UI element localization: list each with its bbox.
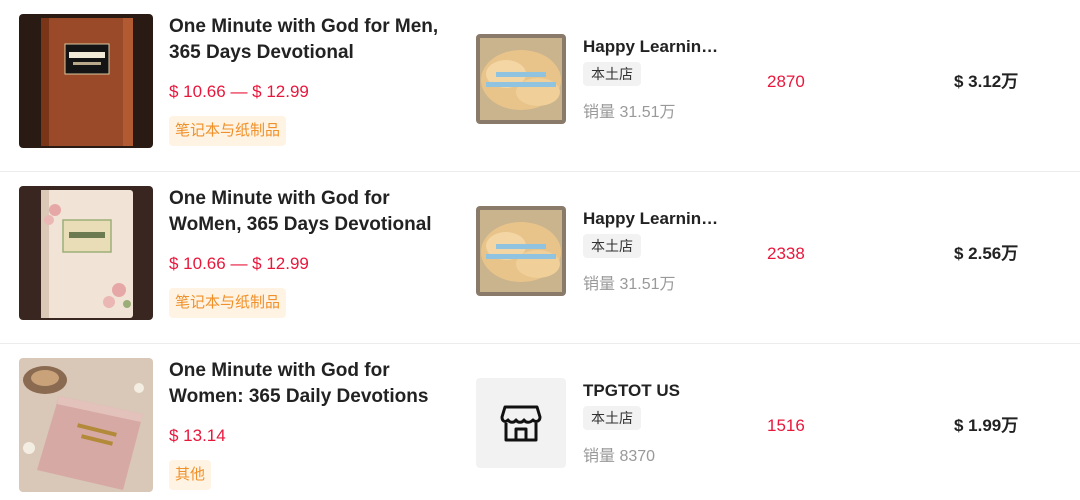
revenue: $ 3.12万 bbox=[954, 72, 1019, 91]
category-tag: 笔记本与纸制品 bbox=[169, 116, 287, 146]
shop-type-badge: 本土店 bbox=[583, 406, 641, 430]
shop-sales: 销量 31.51万 bbox=[583, 276, 676, 293]
product-price: $ 10.66 — $ 12.99 bbox=[169, 82, 309, 101]
shop-type-badge: 本土店 bbox=[583, 62, 641, 86]
shop-type-badge: 本土店 bbox=[583, 234, 641, 258]
floral-book-thumbnail[interactable] bbox=[19, 186, 153, 320]
storefront-icon[interactable] bbox=[476, 378, 566, 468]
shop-sales: 销量 31.51万 bbox=[583, 104, 676, 121]
shop-name[interactable]: Happy Learning Shop bbox=[583, 207, 723, 231]
product-title[interactable]: One Minute with God for Women: 365 Daily… bbox=[169, 358, 439, 410]
brown-book-thumbnail[interactable] bbox=[19, 14, 153, 148]
product-title[interactable]: One Minute with God for Men, 365 Days De… bbox=[169, 14, 439, 66]
product-row[interactable]: One Minute with God for WoMen, 365 Days … bbox=[0, 172, 1080, 344]
product-price: $ 10.66 — $ 12.99 bbox=[169, 254, 309, 273]
product-row[interactable]: One Minute with God for Men, 365 Days De… bbox=[0, 0, 1080, 172]
product-list: One Minute with God for Men, 365 Days De… bbox=[0, 0, 1080, 500]
shop-name[interactable]: TPGTOT US bbox=[583, 379, 723, 403]
shop-name[interactable]: Happy Learning Shop bbox=[583, 35, 723, 59]
sold-count: 2870 bbox=[767, 72, 805, 91]
product-row[interactable]: One Minute with God for Women: 365 Daily… bbox=[0, 344, 1080, 500]
product-title[interactable]: One Minute with God for WoMen, 365 Days … bbox=[169, 186, 439, 238]
sold-count: 1516 bbox=[767, 416, 805, 435]
category-tag: 其他 bbox=[169, 460, 212, 490]
sold-count: 2338 bbox=[767, 244, 805, 263]
revenue: $ 2.56万 bbox=[954, 244, 1019, 263]
shop-avatar[interactable] bbox=[476, 206, 566, 296]
pink-book-thumbnail[interactable] bbox=[19, 358, 153, 492]
category-tag: 笔记本与纸制品 bbox=[169, 288, 287, 318]
shop-avatar[interactable] bbox=[476, 34, 566, 124]
shop-sales: 销量 8370 bbox=[583, 448, 656, 465]
product-price: $ 13.14 bbox=[169, 426, 226, 445]
revenue: $ 1.99万 bbox=[954, 416, 1019, 435]
